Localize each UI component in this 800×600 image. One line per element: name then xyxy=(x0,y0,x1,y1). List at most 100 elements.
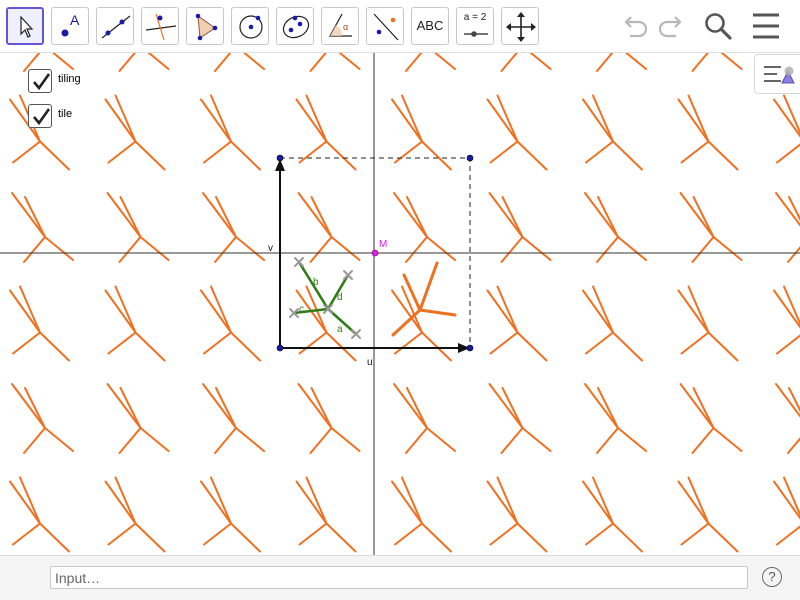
tiling-segment xyxy=(692,196,715,238)
algebra-input[interactable] xyxy=(50,566,748,589)
tiling-segment xyxy=(394,331,423,355)
tiling-segment xyxy=(134,140,166,171)
tiling-segment xyxy=(405,427,428,454)
tiling-segment xyxy=(202,383,237,429)
perpendicular-tool-button[interactable] xyxy=(141,7,179,45)
segment-label-c: c xyxy=(299,304,304,315)
tiling-segment xyxy=(330,427,361,452)
tiling-segment xyxy=(325,331,357,362)
graphics-view[interactable]: a b c d Mv u tiling tile xyxy=(0,53,800,555)
tiling-segment xyxy=(12,140,41,164)
input-bar: ? xyxy=(0,555,800,600)
tiling-segment xyxy=(773,98,800,138)
tiling-segment xyxy=(776,334,800,355)
menu-icon[interactable] xyxy=(750,10,782,42)
tiling-segment xyxy=(421,140,452,171)
tiling-segment xyxy=(330,236,361,261)
tiling-segment xyxy=(584,192,619,238)
move-graphics-tool-button[interactable] xyxy=(501,7,539,45)
search-icon[interactable] xyxy=(702,10,734,42)
undo-icon[interactable] xyxy=(618,10,650,42)
tiling-segment xyxy=(691,236,715,263)
tiling-segment xyxy=(775,192,800,227)
tiling-segment xyxy=(215,196,237,238)
tiling-segment xyxy=(298,522,328,546)
segment-label-a: a xyxy=(337,324,343,335)
tiling-segment xyxy=(787,246,800,263)
tiling-segment xyxy=(680,522,710,546)
point-m-label: M xyxy=(379,239,387,250)
tiling-segment xyxy=(235,427,265,452)
tiling-segment xyxy=(501,196,524,238)
tiling-segment xyxy=(680,331,710,355)
tiling-segment xyxy=(612,331,643,362)
move-tool-button[interactable] xyxy=(6,7,44,45)
tiling-segment xyxy=(203,522,232,546)
tiling-segment xyxy=(107,140,137,164)
frame-point xyxy=(276,344,284,352)
tiling-segment xyxy=(119,387,142,429)
tiling-segment xyxy=(309,427,333,454)
tiling-segment xyxy=(215,387,237,429)
tiling-segment xyxy=(24,196,46,238)
tiling-segment xyxy=(433,53,456,70)
tiling-segment xyxy=(325,140,357,171)
tiling-segment xyxy=(139,236,170,261)
graphics-canvas[interactable]: a b c d Mv u xyxy=(0,53,800,555)
tiling-segment xyxy=(406,387,428,429)
tiling-segment xyxy=(488,192,524,238)
tiling-segment xyxy=(597,387,619,429)
reflect-tool-button[interactable] xyxy=(366,7,404,45)
tiling-segment xyxy=(214,236,237,263)
tiling-segment xyxy=(107,522,137,546)
style-bar-toggle[interactable] xyxy=(754,54,800,94)
tiling-segment xyxy=(44,236,74,261)
frame-point xyxy=(276,154,284,162)
text-tool-button[interactable]: ABC xyxy=(411,7,449,45)
polygon-tool-button[interactable] xyxy=(186,7,224,45)
tiling-segment xyxy=(596,427,619,454)
tiling-segment xyxy=(118,427,142,454)
tiling-segment xyxy=(585,140,614,164)
ellipse-icon xyxy=(282,15,310,39)
tiling-segment xyxy=(23,427,46,454)
tiling-segment xyxy=(776,143,800,164)
checkbox-tiling-box[interactable] xyxy=(28,69,52,93)
point-tool-button[interactable]: A xyxy=(51,7,89,45)
slider-icon xyxy=(464,31,488,37)
tiling-segment xyxy=(776,525,800,546)
tiling-segment xyxy=(421,522,452,553)
tiling-segment xyxy=(489,140,519,164)
tiling-segment xyxy=(612,140,643,171)
tiling-segment xyxy=(214,427,237,454)
tiling-segment xyxy=(203,331,232,355)
tiling-segment xyxy=(134,522,166,553)
ellipse-tool-button[interactable] xyxy=(276,7,314,45)
angle-tool-button[interactable]: α xyxy=(321,7,359,45)
tiling-segment xyxy=(39,140,70,171)
tiling-segment xyxy=(309,236,333,263)
tile-shadow-segment xyxy=(418,308,457,317)
tiling-segment xyxy=(596,236,619,263)
tiling-segment xyxy=(585,331,614,355)
frame-point xyxy=(466,344,474,352)
vector-v-label: v xyxy=(268,243,273,254)
tiling-segment xyxy=(310,196,333,238)
tiling-segment xyxy=(235,236,265,261)
tiling-segment xyxy=(39,522,70,553)
circle-tool-button[interactable] xyxy=(231,7,269,45)
help-icon[interactable]: ? xyxy=(762,567,782,587)
slider-tool-button[interactable]: a = 2 xyxy=(456,7,494,45)
tiling-segment xyxy=(489,331,519,355)
tiling-segment xyxy=(242,53,265,70)
tiling-segment xyxy=(119,196,142,238)
tiling-segment xyxy=(11,383,46,429)
checkbox-tile-box[interactable] xyxy=(28,104,52,128)
tiling-segment xyxy=(393,383,428,429)
line-tool-button[interactable] xyxy=(96,7,134,45)
redo-icon[interactable] xyxy=(656,10,688,42)
segment-label-d: d xyxy=(337,292,343,303)
check-icon xyxy=(33,108,51,126)
tiling-segment xyxy=(720,53,743,70)
check-icon xyxy=(33,73,51,91)
